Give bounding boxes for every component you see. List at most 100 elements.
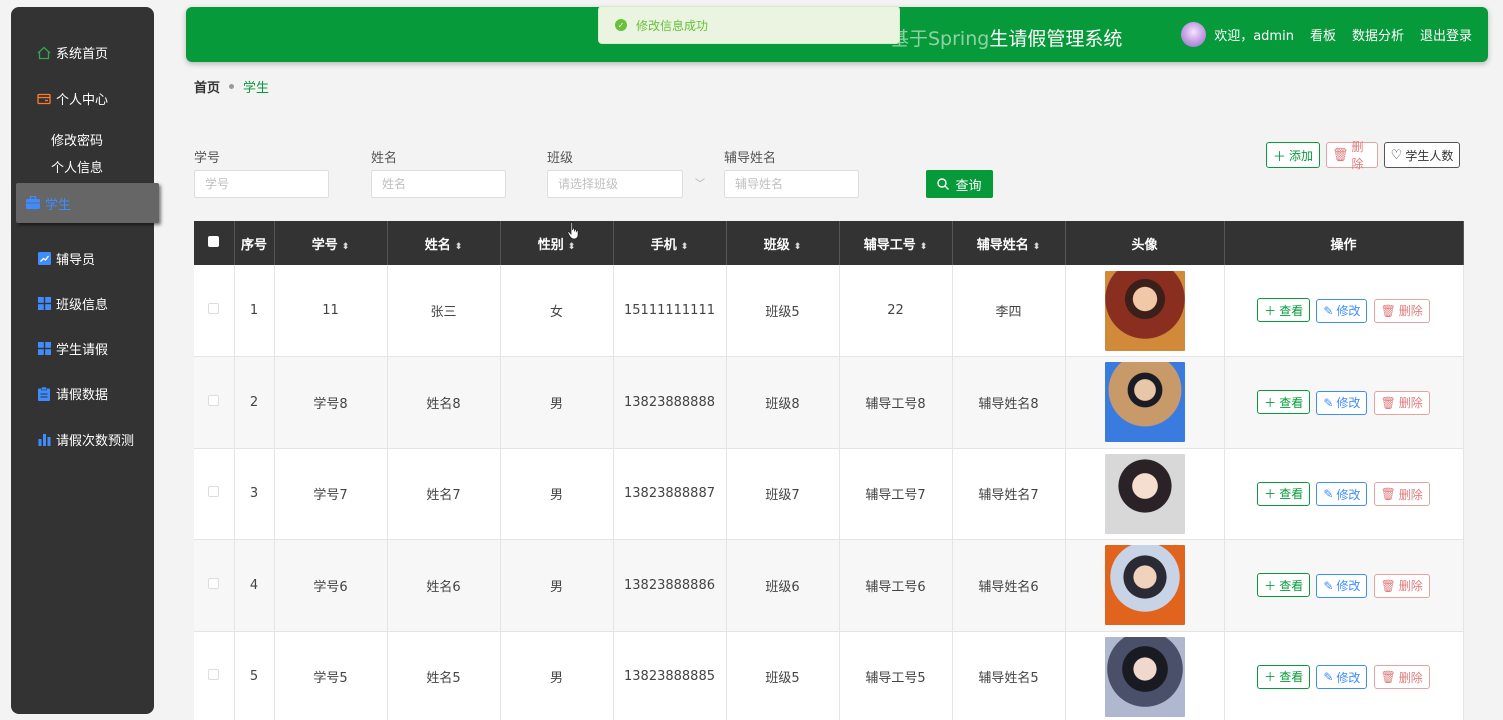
counselor-name-input[interactable] bbox=[724, 170, 859, 198]
breadcrumb-home[interactable]: 首页 bbox=[194, 77, 220, 96]
row-checkbox[interactable] bbox=[208, 669, 220, 681]
plus-icon: ＋ bbox=[1272, 149, 1286, 165]
select-all-checkbox[interactable] bbox=[208, 235, 220, 247]
view-button[interactable]: ＋查看 bbox=[1257, 390, 1311, 414]
xuehao-cell: 学号7 bbox=[274, 448, 388, 540]
sidebar-subitem-info[interactable]: 个人信息 bbox=[51, 157, 103, 176]
heart-icon: ♡ bbox=[1390, 147, 1403, 163]
delete-button[interactable]: 🗑 删除 bbox=[1373, 298, 1430, 323]
row-checkbox[interactable] bbox=[208, 394, 220, 406]
sidebar-item-label: 请假数据 bbox=[56, 388, 109, 403]
batch-delete-button[interactable]: 🗑 删除 bbox=[1326, 140, 1378, 171]
sort-icon[interactable]: ⬍ bbox=[681, 242, 689, 252]
col-header-label: 手机 bbox=[650, 237, 677, 253]
sidebar-item-leave-data[interactable]: 请假数据 bbox=[37, 384, 108, 403]
col-header-name[interactable]: 姓名 ⬍ bbox=[387, 221, 501, 265]
row-select-cell[interactable] bbox=[194, 356, 235, 449]
sidebar-item-student[interactable]: 学生 bbox=[16, 183, 159, 223]
add-button[interactable]: ＋添加 bbox=[1266, 142, 1320, 168]
row-select-cell[interactable] bbox=[194, 448, 235, 540]
edit-button[interactable]: ✎ 修改 bbox=[1316, 665, 1368, 689]
avatar[interactable] bbox=[1181, 22, 1207, 47]
breadcrumb: 首页 学生 bbox=[194, 77, 269, 96]
query-button-label: 查询 bbox=[955, 178, 982, 194]
col-header-phone[interactable]: 手机 ⬍ bbox=[613, 221, 727, 265]
sidebar-item-home[interactable]: 系统首页 bbox=[37, 43, 108, 62]
class-cell: 班级5 bbox=[726, 631, 840, 720]
row-select-cell[interactable] bbox=[194, 539, 235, 632]
sort-icon[interactable]: ⬍ bbox=[920, 242, 928, 252]
sort-icon[interactable]: ⬍ bbox=[794, 242, 802, 252]
delete-button[interactable]: 🗑 删除 bbox=[1373, 482, 1430, 506]
view-button[interactable]: ＋查看 bbox=[1257, 573, 1311, 597]
edit-button[interactable]: ✎ 修改 bbox=[1316, 482, 1368, 506]
actions-cell: ＋查看 ✎ 修改 🗑 删除 bbox=[1224, 631, 1464, 720]
chevron-down-icon[interactable]: ﹀ bbox=[695, 175, 705, 190]
sidebar-item-counselor[interactable]: 辅导员 bbox=[37, 249, 95, 268]
sidebar-item-label: 学生请假 bbox=[56, 343, 109, 358]
row-checkbox[interactable] bbox=[208, 303, 220, 314]
view-button[interactable]: ＋查看 bbox=[1257, 664, 1311, 689]
welcome-text: 欢迎，admin bbox=[1214, 29, 1294, 44]
sidebar-item-leave[interactable]: 学生请假 bbox=[37, 339, 108, 358]
col-header-counselor-id[interactable]: 辅导工号 ⬍ bbox=[839, 221, 953, 265]
class-select[interactable] bbox=[547, 170, 683, 198]
xuehao-input[interactable] bbox=[194, 170, 329, 198]
view-button[interactable]: ＋查看 bbox=[1257, 298, 1311, 323]
index-cell: 5 bbox=[234, 631, 275, 720]
row-checkbox[interactable] bbox=[208, 577, 220, 589]
sort-icon[interactable]: ⬍ bbox=[342, 242, 350, 252]
student-count-label: 学生人数 bbox=[1405, 148, 1454, 163]
edit-button[interactable]: ✎ 修改 bbox=[1316, 573, 1368, 598]
delete-button[interactable]: 🗑 删除 bbox=[1373, 573, 1430, 598]
counselor-id-cell: 辅导工号7 bbox=[839, 448, 953, 540]
select-all-header[interactable] bbox=[194, 221, 235, 265]
col-header-gender[interactable]: 性别 ⬍ bbox=[500, 221, 614, 265]
xuehao-cell: 11 bbox=[274, 265, 388, 357]
col-header-xuehao[interactable]: 学号 ⬍ bbox=[274, 221, 388, 265]
edit-button[interactable]: ✎ 修改 bbox=[1316, 390, 1368, 415]
index-cell: 1 bbox=[234, 265, 275, 357]
chart-line-icon bbox=[37, 252, 51, 266]
row-select-cell[interactable] bbox=[194, 631, 235, 720]
view-button[interactable]: ＋查看 bbox=[1257, 481, 1311, 506]
name-cell: 张三 bbox=[387, 265, 501, 357]
actions-cell: ＋查看 ✎ 修改 🗑 删除 bbox=[1224, 265, 1464, 357]
dashboard-link[interactable]: 看板 bbox=[1310, 25, 1336, 44]
gender-cell: 男 bbox=[500, 448, 614, 540]
row-select-cell[interactable] bbox=[194, 265, 235, 357]
delete-button[interactable]: 🗑 删除 bbox=[1373, 665, 1430, 689]
xuehao-cell: 学号8 bbox=[274, 356, 388, 449]
student-count-button[interactable]: ♡ 学生人数 bbox=[1384, 142, 1460, 168]
sidebar-item-class[interactable]: 班级信息 bbox=[37, 294, 108, 313]
trash-icon: 🗑 bbox=[1380, 303, 1396, 318]
query-button[interactable]: 查询 bbox=[926, 170, 993, 198]
sort-icon[interactable]: ⬍ bbox=[568, 242, 576, 252]
table-row: 1 11 张三女 15111111111 班级5 22 李四 ＋查看 ✎ 修改 🗑 删除 bbox=[194, 265, 1464, 357]
trash-icon: 🗑 bbox=[1332, 147, 1349, 163]
plus-icon: ＋ bbox=[1264, 670, 1277, 684]
view-button-label: 查看 bbox=[1279, 395, 1304, 410]
col-header-counselor-name[interactable]: 辅导姓名 ⬍ bbox=[952, 221, 1066, 265]
sidebar-item-forecast[interactable]: 请假次数预测 bbox=[37, 430, 134, 449]
name-input[interactable] bbox=[371, 170, 506, 198]
sort-icon[interactable]: ⬍ bbox=[455, 242, 463, 252]
breadcrumb-separator bbox=[229, 84, 235, 89]
row-checkbox[interactable] bbox=[208, 486, 220, 498]
edit-button[interactable]: ✎ 修改 bbox=[1316, 298, 1368, 323]
card-icon bbox=[37, 92, 51, 106]
edit-icon: ✎ bbox=[1323, 487, 1334, 501]
logout-link[interactable]: 退出登录 bbox=[1420, 25, 1472, 44]
col-header-label: 辅导姓名 bbox=[976, 237, 1029, 253]
counselor-name-cell: 辅导姓名8 bbox=[952, 356, 1066, 449]
sort-icon[interactable]: ⬍ bbox=[1033, 242, 1041, 252]
sidebar-item-personal[interactable]: 个人中心 bbox=[37, 89, 108, 108]
clipboard-icon bbox=[37, 386, 51, 401]
sidebar-subitem-password[interactable]: 修改密码 bbox=[51, 130, 103, 149]
class-cell: 班级8 bbox=[726, 356, 840, 449]
delete-button[interactable]: 🗑 删除 bbox=[1373, 390, 1430, 415]
col-header-class[interactable]: 班级 ⬍ bbox=[726, 221, 840, 265]
edit-icon: ✎ bbox=[1323, 303, 1334, 318]
data-analysis-link[interactable]: 数据分析 bbox=[1352, 25, 1404, 44]
col-header-label: 头像 bbox=[1131, 237, 1158, 253]
